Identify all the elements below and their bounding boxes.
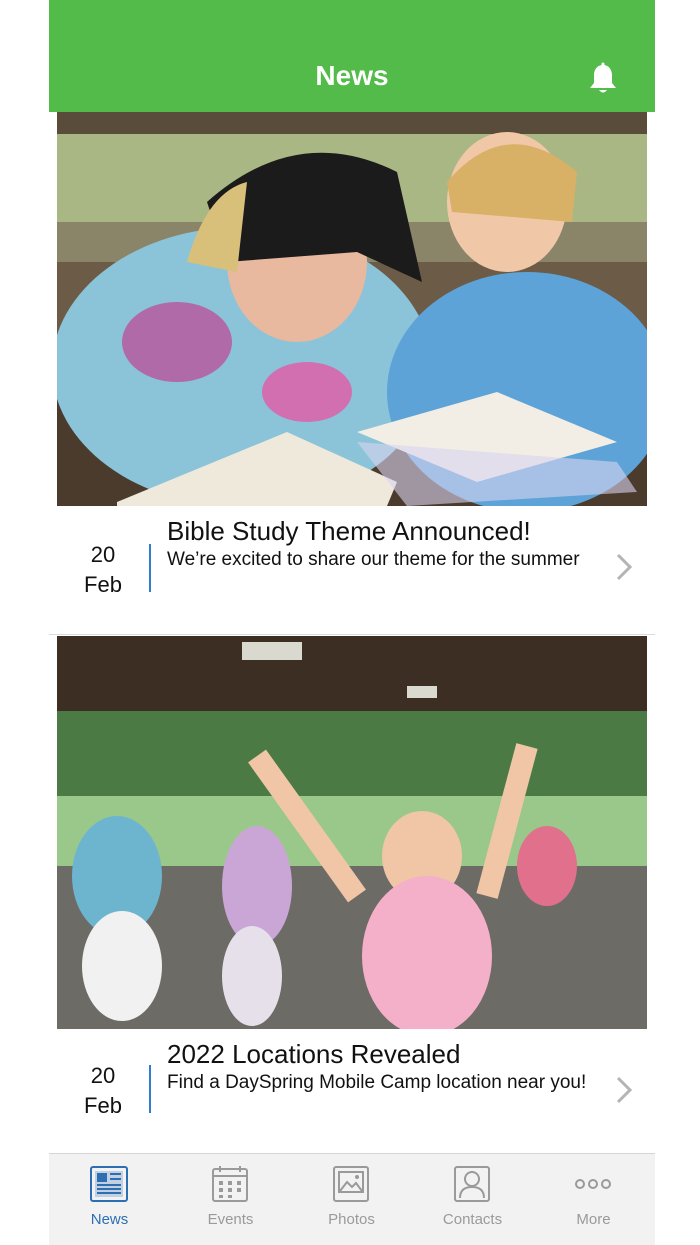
calendar-icon [212, 1166, 248, 1202]
news-photo-image [57, 112, 647, 506]
chevron-right-icon[interactable] [615, 552, 633, 582]
news-day: 20 [90, 542, 116, 567]
page-title: News [315, 60, 389, 91]
newspaper-icon [90, 1166, 128, 1202]
tab-events[interactable]: Events [170, 1154, 291, 1245]
tab-label: Photos [328, 1211, 375, 1228]
news-month: Feb [84, 572, 122, 597]
news-month: Feb [84, 1093, 122, 1118]
date-divider [149, 1065, 151, 1113]
news-photo [57, 636, 647, 1029]
news-day: 20 [90, 1063, 116, 1088]
news-description: We’re excited to share our theme for the… [167, 549, 580, 570]
tab-bar: News Events Photos Contacts More [49, 1153, 655, 1245]
news-date: 20 Feb [71, 1061, 135, 1121]
photo-icon [333, 1166, 369, 1202]
item-divider [49, 634, 655, 635]
nav-header: News [49, 0, 655, 112]
tab-more[interactable]: More [533, 1154, 654, 1245]
news-description: Find a DaySpring Mobile Camp location ne… [167, 1072, 587, 1093]
chevron-right-icon[interactable] [615, 1075, 633, 1105]
more-icon [575, 1179, 611, 1189]
news-title: 2022 Locations Revealed [167, 1039, 461, 1069]
tab-contacts[interactable]: Contacts [412, 1154, 533, 1245]
news-photo [57, 112, 647, 506]
tab-label: News [90, 1211, 129, 1228]
news-date: 20 Feb [71, 540, 135, 600]
tab-label: More [576, 1211, 611, 1228]
date-divider [149, 544, 151, 592]
tab-news[interactable]: News [49, 1154, 170, 1245]
news-meta: 20 Feb Bible Study Theme Announced! We’r… [49, 506, 655, 616]
bell-icon[interactable] [587, 62, 619, 96]
app-screen: News 20 Feb Bible Study Theme Announced!… [49, 0, 655, 1245]
news-meta: 20 Feb 2022 Locations Revealed Find a Da… [49, 1029, 655, 1139]
news-title: Bible Study Theme Announced! [167, 516, 531, 546]
news-photo-image [57, 636, 647, 1029]
tab-photos[interactable]: Photos [291, 1154, 412, 1245]
contact-icon [454, 1166, 490, 1202]
tab-label: Events [207, 1211, 254, 1228]
tab-label: Contacts [442, 1211, 503, 1228]
